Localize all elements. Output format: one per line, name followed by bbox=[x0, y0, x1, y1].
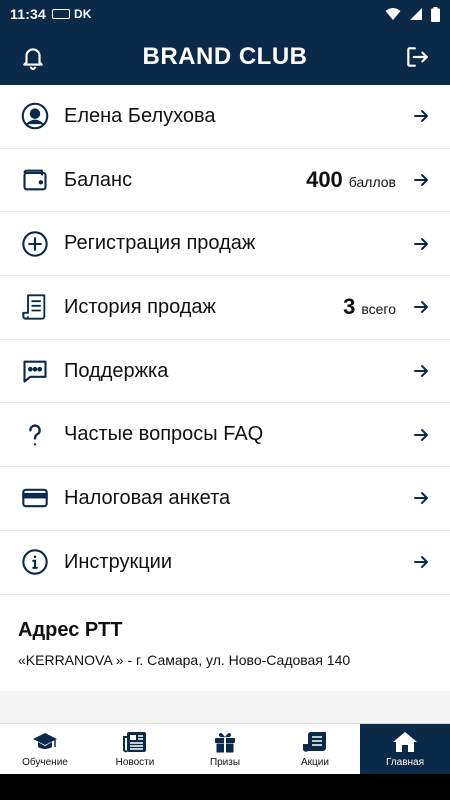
bottom-tab-bar: Обучение Новости Призы Акции Главная bbox=[0, 723, 450, 774]
arrow-right-icon bbox=[412, 298, 430, 316]
menu-item-label: Регистрация продаж bbox=[64, 232, 256, 255]
menu-item-support[interactable]: Поддержка bbox=[0, 340, 450, 404]
arrow-right-icon bbox=[412, 171, 430, 189]
menu-item-label: Елена Белухова bbox=[64, 104, 216, 127]
menu-item-label: История продаж bbox=[64, 295, 216, 318]
menu-item-faq[interactable]: Частые вопросы FAQ bbox=[0, 403, 450, 468]
sales-count-unit: всего bbox=[361, 301, 396, 318]
menu-item-tax-form[interactable]: Налоговая анкета bbox=[0, 467, 450, 531]
tab-promotions[interactable]: Акции bbox=[270, 724, 360, 774]
user-circle-icon bbox=[20, 101, 50, 131]
arrow-right-icon bbox=[412, 553, 430, 571]
balance-unit: баллов bbox=[348, 174, 396, 191]
tab-label: Главная bbox=[385, 756, 425, 768]
menu-item-label: Баланс bbox=[64, 168, 133, 191]
status-right bbox=[385, 6, 440, 22]
tab-news[interactable]: Новости bbox=[90, 724, 180, 774]
status-time: 11:34 bbox=[10, 6, 47, 22]
menu-item-label: Налоговая анкета bbox=[64, 486, 231, 509]
wifi-icon bbox=[385, 8, 401, 20]
menu-item-profile[interactable]: Елена Белухова bbox=[0, 85, 450, 149]
address-text: «KERRANOVA » - г. Самара, ул. Ново-Садов… bbox=[18, 652, 351, 668]
status-bar: 11:34 DK bbox=[0, 0, 450, 28]
question-mark-icon bbox=[20, 420, 50, 450]
balance-value: 400 баллов bbox=[306, 167, 396, 193]
menu-item-balance[interactable]: Баланс 400 баллов bbox=[0, 149, 450, 213]
store-address-card: Адрес РТТ «KERRANOVA » - г. Самара, ул. … bbox=[0, 595, 450, 691]
receipt-icon bbox=[20, 292, 50, 322]
menu-item-label: Поддержка bbox=[64, 359, 169, 382]
menu-item-instructions[interactable]: Инструкции bbox=[0, 531, 450, 595]
tab-prizes[interactable]: Призы bbox=[180, 724, 270, 774]
arrow-right-icon bbox=[412, 235, 430, 253]
battery-icon bbox=[431, 6, 440, 22]
tab-label: Обучение bbox=[22, 756, 68, 768]
notifications-button[interactable] bbox=[18, 42, 48, 72]
menu-item-label: Инструкции bbox=[64, 550, 173, 573]
notification-badge-icon bbox=[52, 9, 71, 19]
menu-item-label: Частые вопросы FAQ bbox=[64, 423, 264, 446]
arrow-right-icon bbox=[412, 426, 430, 444]
credit-card-icon bbox=[20, 483, 50, 513]
tab-label: Призы bbox=[209, 756, 241, 768]
tab-education[interactable]: Обучение bbox=[0, 724, 90, 774]
home-icon bbox=[393, 731, 417, 752]
wallet-icon bbox=[20, 165, 50, 195]
info-circle-icon bbox=[20, 547, 50, 577]
arrow-right-icon bbox=[412, 362, 430, 380]
sales-count-value: 3 bbox=[343, 294, 356, 320]
plus-circle-icon bbox=[20, 229, 50, 259]
status-carrier: DK bbox=[74, 7, 92, 21]
status-notifications: DK bbox=[52, 7, 91, 21]
bell-icon bbox=[23, 48, 43, 70]
app-title: BRAND CLUB bbox=[142, 42, 308, 70]
signal-icon bbox=[410, 8, 422, 20]
tab-label: Новости bbox=[115, 756, 155, 768]
menu-list: Елена Белухова Баланс 400 баллов Регистр… bbox=[0, 85, 450, 595]
gift-icon bbox=[215, 732, 235, 753]
address-title: Адрес РТТ bbox=[18, 619, 123, 641]
menu-item-sales-history[interactable]: История продаж 3 всего bbox=[0, 276, 450, 340]
graduation-cap-icon bbox=[33, 732, 57, 749]
arrow-right-icon bbox=[412, 107, 430, 125]
app-header: BRAND CLUB bbox=[0, 28, 450, 85]
balance-points: 400 bbox=[306, 167, 343, 193]
sales-count: 3 всего bbox=[343, 294, 396, 320]
tab-home[interactable]: Главная bbox=[360, 724, 450, 774]
menu-item-register-sales[interactable]: Регистрация продаж bbox=[0, 212, 450, 277]
tickets-icon bbox=[303, 731, 326, 752]
chat-bubble-icon bbox=[20, 356, 50, 386]
tab-label: Акции bbox=[301, 756, 329, 768]
newspaper-icon bbox=[123, 731, 146, 752]
system-nav-bar bbox=[0, 774, 450, 800]
arrow-right-icon bbox=[412, 489, 430, 507]
logout-button[interactable] bbox=[402, 42, 432, 72]
logout-icon bbox=[407, 47, 428, 67]
